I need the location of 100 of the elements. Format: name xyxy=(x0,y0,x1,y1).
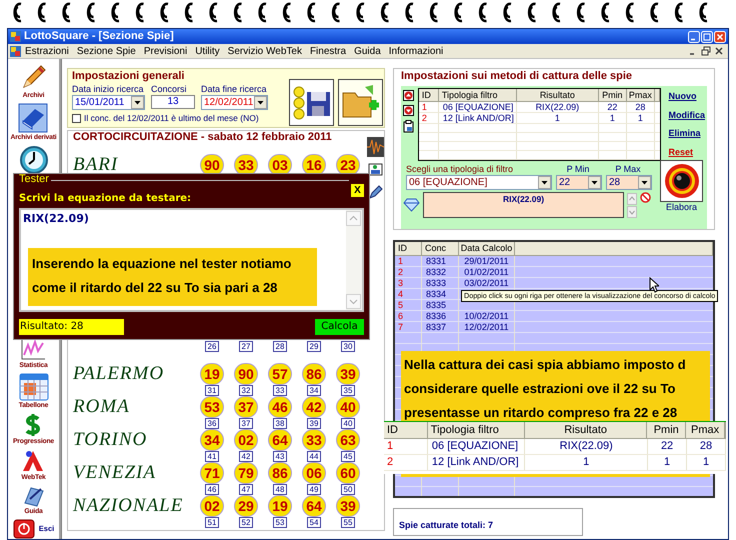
move-up-icon[interactable] xyxy=(403,90,414,101)
position-tag: 32 xyxy=(239,385,253,396)
position-tag: 52 xyxy=(239,517,253,528)
menu-item[interactable]: Informazioni xyxy=(384,44,448,58)
move-down-icon[interactable] xyxy=(403,105,414,116)
position-tag: 47 xyxy=(239,484,253,495)
mouse-cursor-icon xyxy=(649,277,659,293)
column-header[interactable]: Risultato xyxy=(516,89,599,102)
position-tag: 31 xyxy=(205,385,219,396)
menu-item[interactable]: Sezione Spie xyxy=(72,44,140,58)
menu-item[interactable]: Servizio WebTek xyxy=(224,44,306,58)
column-header[interactable]: Conc xyxy=(422,242,459,256)
calendar-grid-icon xyxy=(18,373,48,401)
position-tag: 55 xyxy=(341,517,355,528)
position-tag: 50 xyxy=(341,484,355,495)
note-text: Inserendo la equazione nel tester notiamo come il ritardo del 22 su To sia pari a 28 xyxy=(32,256,292,294)
table-cell: 7 xyxy=(395,322,422,332)
position-tag: 36 xyxy=(205,418,219,429)
table-cell: 22 xyxy=(598,102,627,112)
menu-item[interactable]: Guida xyxy=(350,44,385,58)
save-button[interactable] xyxy=(289,79,334,126)
checkbox[interactable] xyxy=(72,114,81,123)
column-header[interactable]: ID xyxy=(418,89,439,102)
table-cell: 06 [EQUAZIONE] xyxy=(428,439,526,454)
table-cell: 3 xyxy=(395,278,422,288)
filter-type-dropdown[interactable]: 06 [EQUAZIONE] xyxy=(406,175,552,190)
table-cell: 03/02/2011 xyxy=(459,278,515,288)
table-cell: 01/02/2011 xyxy=(459,267,515,277)
city-name: TORINO xyxy=(73,428,148,452)
column-header[interactable]: Tipologia filtro xyxy=(428,422,525,439)
app-icon xyxy=(10,31,21,42)
action-link[interactable]: Nuovo xyxy=(668,90,705,104)
date-dropdown[interactable]: 12/02/2011 xyxy=(201,95,268,110)
column-header[interactable]: Pmin xyxy=(647,422,686,439)
clipboard-icon[interactable] xyxy=(403,120,414,133)
position-tag: 33 xyxy=(273,385,287,396)
column-header[interactable]: Pmin xyxy=(598,89,627,102)
table-cell: 8332 xyxy=(422,267,459,277)
diamond-icon[interactable] xyxy=(403,198,420,212)
city-name: BARI xyxy=(73,152,118,177)
waveform-icon[interactable] xyxy=(366,137,384,157)
menu-item[interactable]: Estrazioni xyxy=(21,44,73,58)
city-name: NAZIONALE xyxy=(73,494,184,518)
table-cell: 8336 xyxy=(422,311,459,321)
position-tag: 29 xyxy=(307,341,321,352)
position-tag: 46 xyxy=(205,484,219,495)
button-label: Elabora xyxy=(666,202,698,213)
table-cell: 8331 xyxy=(422,256,459,266)
table-cell: 28 xyxy=(687,439,726,454)
table-cell: 6 xyxy=(395,311,422,321)
formula-field[interactable]: RIX(22.09) xyxy=(423,192,624,218)
action-link[interactable]: Elimina xyxy=(668,127,705,140)
prompt-label: Scrivi la equazione da testare: xyxy=(19,193,192,204)
table-cell: 12/02/2011 xyxy=(459,322,515,332)
calculate-button[interactable]: Calcola xyxy=(315,319,364,335)
pencil-icon[interactable] xyxy=(368,185,382,200)
date-dropdown[interactable]: 15/01/2011 xyxy=(72,95,145,110)
equation-text: RIX(22.09) xyxy=(23,211,90,227)
table-cell: 1 xyxy=(687,455,726,470)
pmax-dropdown[interactable]: 28 xyxy=(606,175,652,190)
table-cell: 8334 xyxy=(422,289,459,299)
action-link[interactable]: Reset xyxy=(668,146,705,159)
restore-icon[interactable] xyxy=(701,46,711,56)
book-icon xyxy=(18,103,48,133)
position-tag: 49 xyxy=(307,484,321,495)
total-count: Spie catturate totali: 7 xyxy=(399,520,494,530)
table-cell: 1 xyxy=(598,113,627,123)
open-folder-button[interactable] xyxy=(338,79,383,126)
table-cell: 1 xyxy=(384,439,428,454)
position-tag: 53 xyxy=(273,517,287,528)
column-header[interactable]: Risultato xyxy=(524,422,648,439)
position-tag: 51 xyxy=(205,517,219,528)
position-tag: 30 xyxy=(341,341,355,352)
column-header[interactable]: Tipologia filtro xyxy=(438,89,517,102)
pmin-dropdown[interactable]: 22 xyxy=(556,175,602,190)
maximize-icon[interactable] xyxy=(701,30,713,42)
column-header[interactable]: Pmax xyxy=(686,422,726,439)
run-button[interactable] xyxy=(660,160,703,202)
table-cell: 1 xyxy=(525,455,648,470)
minimize-icon[interactable] xyxy=(688,30,700,42)
column-header[interactable]: Data Calcolo xyxy=(459,242,515,256)
menu-item[interactable]: Utility xyxy=(191,44,224,58)
close-button[interactable]: X xyxy=(351,184,364,197)
table-cell: 5 xyxy=(395,300,422,310)
close-icon[interactable] xyxy=(714,46,724,56)
position-tag: 43 xyxy=(273,451,287,462)
table-cell: 2 xyxy=(395,267,422,277)
dialog-title: Tester xyxy=(19,173,49,185)
column-header[interactable]: ID xyxy=(395,242,422,256)
table-cell: 8335 xyxy=(422,300,459,310)
menu-item[interactable]: Finestra xyxy=(306,44,350,58)
input-field[interactable]: 13 xyxy=(151,95,195,109)
column-header[interactable]: ID xyxy=(384,422,428,439)
column-header[interactable]: Pmax xyxy=(626,89,655,102)
no-entry-icon[interactable] xyxy=(640,192,651,203)
field-label: Concorsi xyxy=(151,84,188,95)
action-link[interactable]: Modifica xyxy=(668,108,705,122)
position-tag: 27 xyxy=(239,341,253,352)
table-cell: 10/02/2011 xyxy=(459,311,515,321)
menu-item[interactable]: Previsioni xyxy=(140,44,192,58)
